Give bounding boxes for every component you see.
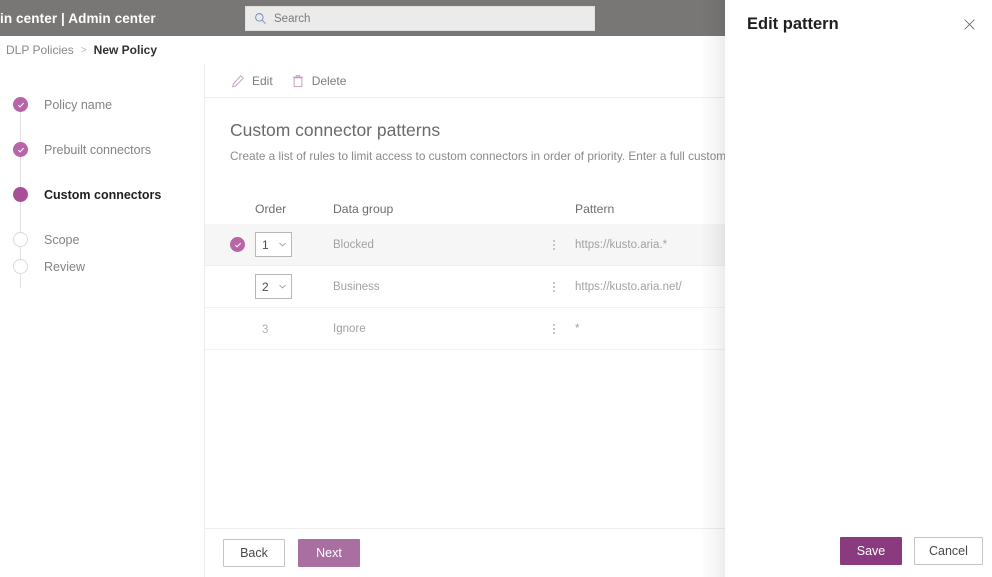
wizard-step-label: Review	[44, 259, 85, 274]
more-vertical-icon	[533, 323, 575, 334]
search-input[interactable]: Search	[245, 6, 595, 31]
step-status-icon-current	[13, 187, 28, 202]
next-button[interactable]: Next	[298, 539, 360, 567]
search-placeholder: Search	[274, 12, 311, 25]
wizard-step-label: Custom connectors	[44, 187, 162, 202]
cancel-button[interactable]: Cancel	[914, 536, 983, 565]
order-dropdown[interactable]: 1	[255, 232, 292, 257]
chevron-down-icon	[279, 242, 286, 247]
step-status-icon-todo	[13, 259, 28, 274]
breadcrumb-link-dlp-policies[interactable]: DLP Policies	[6, 43, 74, 57]
close-button[interactable]	[958, 13, 980, 35]
edit-pattern-panel: Edit pattern Data group Blocked Host URL…	[725, 0, 992, 577]
row-order-cell: 3	[255, 320, 333, 338]
trash-icon	[292, 74, 303, 87]
wizard-step-label: Policy name	[44, 97, 113, 112]
order-static-value: 3	[262, 323, 269, 336]
row-order-cell[interactable]: 1	[255, 232, 333, 257]
wizard-step-custom-connectors[interactable]: Custom connectors	[0, 172, 204, 217]
row-data-group-cell: Blocked	[333, 238, 374, 251]
wizard-step-policy-name[interactable]: Policy name	[0, 82, 204, 127]
panel-title: Edit pattern	[747, 14, 839, 33]
more-vertical-icon	[533, 239, 575, 250]
row-order-cell[interactable]: 2	[255, 274, 333, 299]
breadcrumb-current-new-policy: New Policy	[93, 43, 158, 57]
back-button[interactable]: Back	[223, 539, 285, 567]
wizard-step-review[interactable]: Review	[0, 244, 204, 289]
delete-button-label: Delete	[311, 73, 347, 88]
order-dropdown[interactable]: 2	[255, 274, 292, 299]
panel-scrim	[700, 0, 725, 577]
order-dropdown-value: 2	[262, 279, 269, 294]
row-selected-check-icon	[230, 237, 245, 252]
column-header-order: Order	[255, 202, 287, 216]
column-header-data-group: Data group	[333, 202, 394, 216]
step-status-icon-done	[13, 97, 28, 112]
chevron-down-icon	[279, 284, 286, 289]
row-overflow-menu-button[interactable]	[533, 239, 575, 250]
page-title: Custom connector patterns	[230, 120, 441, 140]
row-data-group-cell: Business	[333, 280, 380, 293]
panel-footer: Save Cancel	[725, 524, 992, 577]
row-select-cell[interactable]	[230, 237, 255, 252]
delete-button[interactable]: Delete	[291, 73, 347, 88]
wizard-steps-rail: Policy name Prebuilt connectors Custom c…	[0, 64, 205, 577]
wizard-step-label: Prebuilt connectors	[44, 142, 152, 157]
app-root: in center | Admin center Search DLP Poli…	[0, 0, 992, 577]
edit-button[interactable]: Edit	[231, 74, 273, 88]
edit-button-label: Edit	[252, 73, 273, 88]
panel-header: Edit pattern	[725, 0, 992, 48]
row-overflow-menu-button[interactable]	[533, 323, 575, 334]
pencil-icon	[232, 74, 244, 87]
close-icon	[963, 18, 975, 30]
step-status-icon-todo	[13, 232, 28, 247]
more-vertical-icon	[533, 281, 575, 292]
save-button[interactable]: Save	[840, 536, 902, 565]
search-icon	[255, 13, 266, 25]
row-overflow-menu-button[interactable]	[533, 281, 575, 292]
step-status-icon-done	[13, 142, 28, 157]
breadcrumb-separator: >	[80, 44, 87, 56]
order-dropdown-value: 1	[262, 237, 269, 252]
suite-title: in center | Admin center	[0, 10, 156, 26]
wizard-step-prebuilt-connectors[interactable]: Prebuilt connectors	[0, 127, 204, 172]
row-data-group-cell: Ignore	[333, 322, 366, 335]
